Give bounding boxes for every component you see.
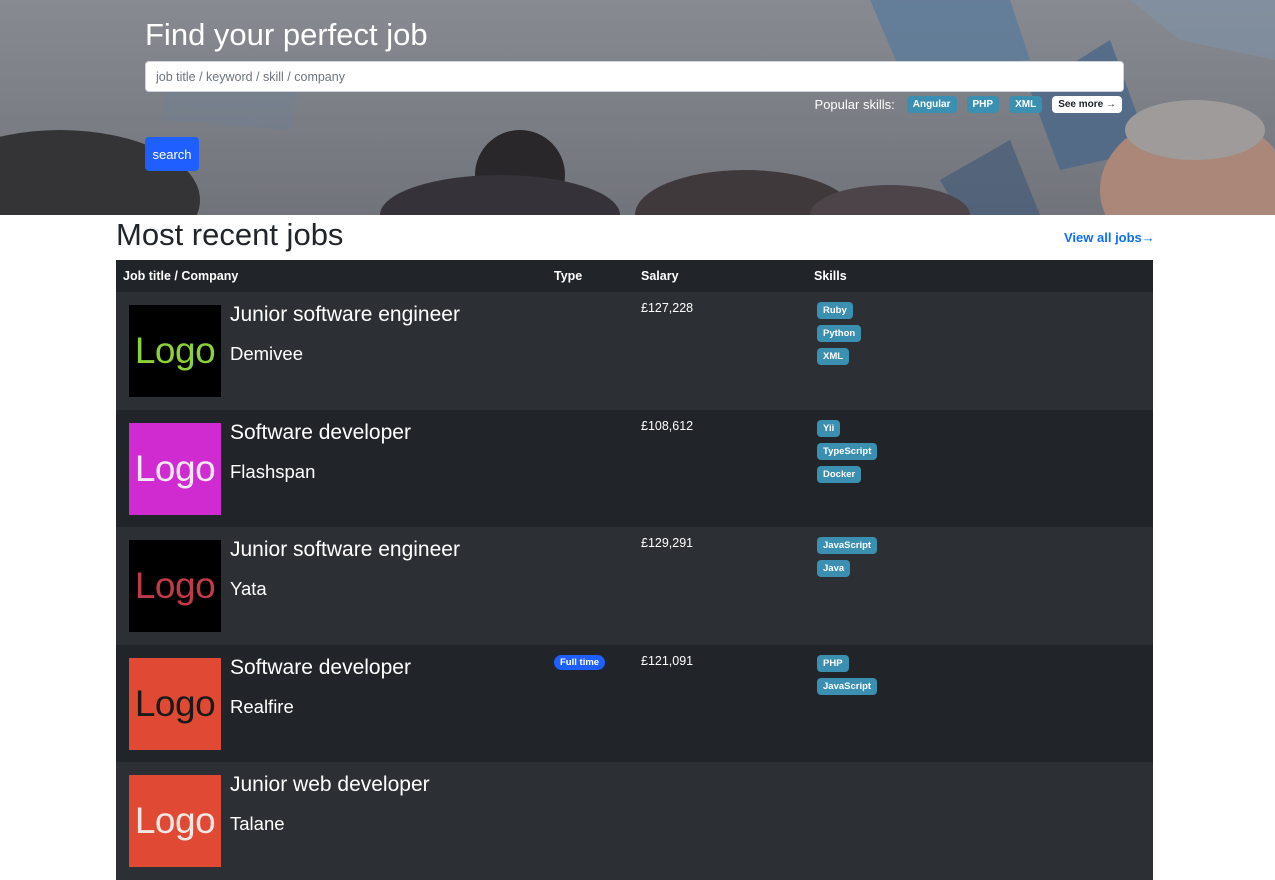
see-more-skills-button[interactable]: See more → <box>1052 96 1122 113</box>
skill-badge[interactable]: PHP <box>817 654 849 672</box>
job-salary: £121,091 <box>641 653 694 668</box>
company-name: Realfire <box>230 695 294 717</box>
job-row[interactable]: Logo Junior web developer Talane <box>116 762 1153 880</box>
popular-skill-xml[interactable]: XML <box>1009 96 1043 113</box>
skill-badge[interactable]: TypeScript <box>817 442 878 460</box>
job-skills: PHP JavaScript <box>817 654 878 695</box>
company-logo: Logo <box>129 775 221 867</box>
company-name: Talane <box>230 813 285 834</box>
skill-badge[interactable]: Python <box>817 325 862 342</box>
skill-badge[interactable]: Java <box>817 560 851 577</box>
column-header-title: Job title / Company <box>123 269 239 283</box>
company-name: Demivee <box>230 343 303 364</box>
job-row[interactable]: Logo Software developer Flashspan £108,6… <box>116 409 1153 527</box>
jobs-table: Job title / Company Type Salary Skills L… <box>116 260 1153 880</box>
job-title[interactable]: Junior software engineer <box>230 303 460 327</box>
job-type-badge: Full time <box>554 654 606 670</box>
job-title[interactable]: Junior web developer <box>230 773 430 797</box>
recent-jobs-title: Most recent jobs <box>116 217 344 252</box>
job-row[interactable]: Logo Software developer Realfire Full ti… <box>116 644 1153 762</box>
column-header-skills: Skills <box>814 269 847 283</box>
skill-badge[interactable]: Yii <box>817 419 841 437</box>
hero-title: Find your perfect job <box>145 17 428 52</box>
company-logo: Logo <box>129 540 221 632</box>
job-skills: JavaScript Java <box>817 537 878 577</box>
job-salary: £129,291 <box>641 536 694 550</box>
column-header-salary: Salary <box>641 269 679 283</box>
search-button[interactable]: search <box>145 137 199 171</box>
skill-badge[interactable]: JavaScript <box>817 537 878 554</box>
company-logo: Logo <box>129 305 221 397</box>
hero-banner: Find your perfect job Popular skills: An… <box>0 0 1275 215</box>
company-name: Flashspan <box>230 460 316 482</box>
popular-skill-angular[interactable]: Angular <box>906 96 957 113</box>
job-title[interactable]: Software developer <box>230 421 411 445</box>
popular-skills-label: Popular skills: <box>814 97 895 112</box>
company-logo: Logo <box>129 657 221 750</box>
skill-badge[interactable]: JavaScript <box>817 677 878 695</box>
view-all-jobs-link[interactable]: View all jobs→ <box>1064 230 1155 245</box>
job-row[interactable]: Logo Junior software engineer Demivee £1… <box>116 292 1153 410</box>
job-skills: Yii TypeScript Docker <box>817 419 878 483</box>
skill-badge[interactable]: Ruby <box>817 302 853 319</box>
popular-skill-php[interactable]: PHP <box>966 96 1000 113</box>
job-title[interactable]: Software developer <box>230 656 411 680</box>
job-search-input[interactable] <box>145 61 1124 92</box>
job-row[interactable]: Logo Junior software engineer Yata £129,… <box>116 527 1153 645</box>
job-title[interactable]: Junior software engineer <box>230 538 460 562</box>
company-logo: Logo <box>129 422 221 515</box>
table-header: Job title / Company Type Salary Skills <box>116 260 1153 292</box>
job-salary: £127,228 <box>641 301 694 315</box>
job-salary: £108,612 <box>641 418 694 433</box>
skill-badge[interactable]: Docker <box>817 465 862 483</box>
job-skills: Ruby Python XML <box>817 302 862 365</box>
skill-badge[interactable]: XML <box>817 348 850 365</box>
popular-skills: Popular skills: Angular PHP XML See more… <box>815 96 1122 113</box>
company-name: Yata <box>230 578 267 599</box>
column-header-type: Type <box>554 269 583 283</box>
